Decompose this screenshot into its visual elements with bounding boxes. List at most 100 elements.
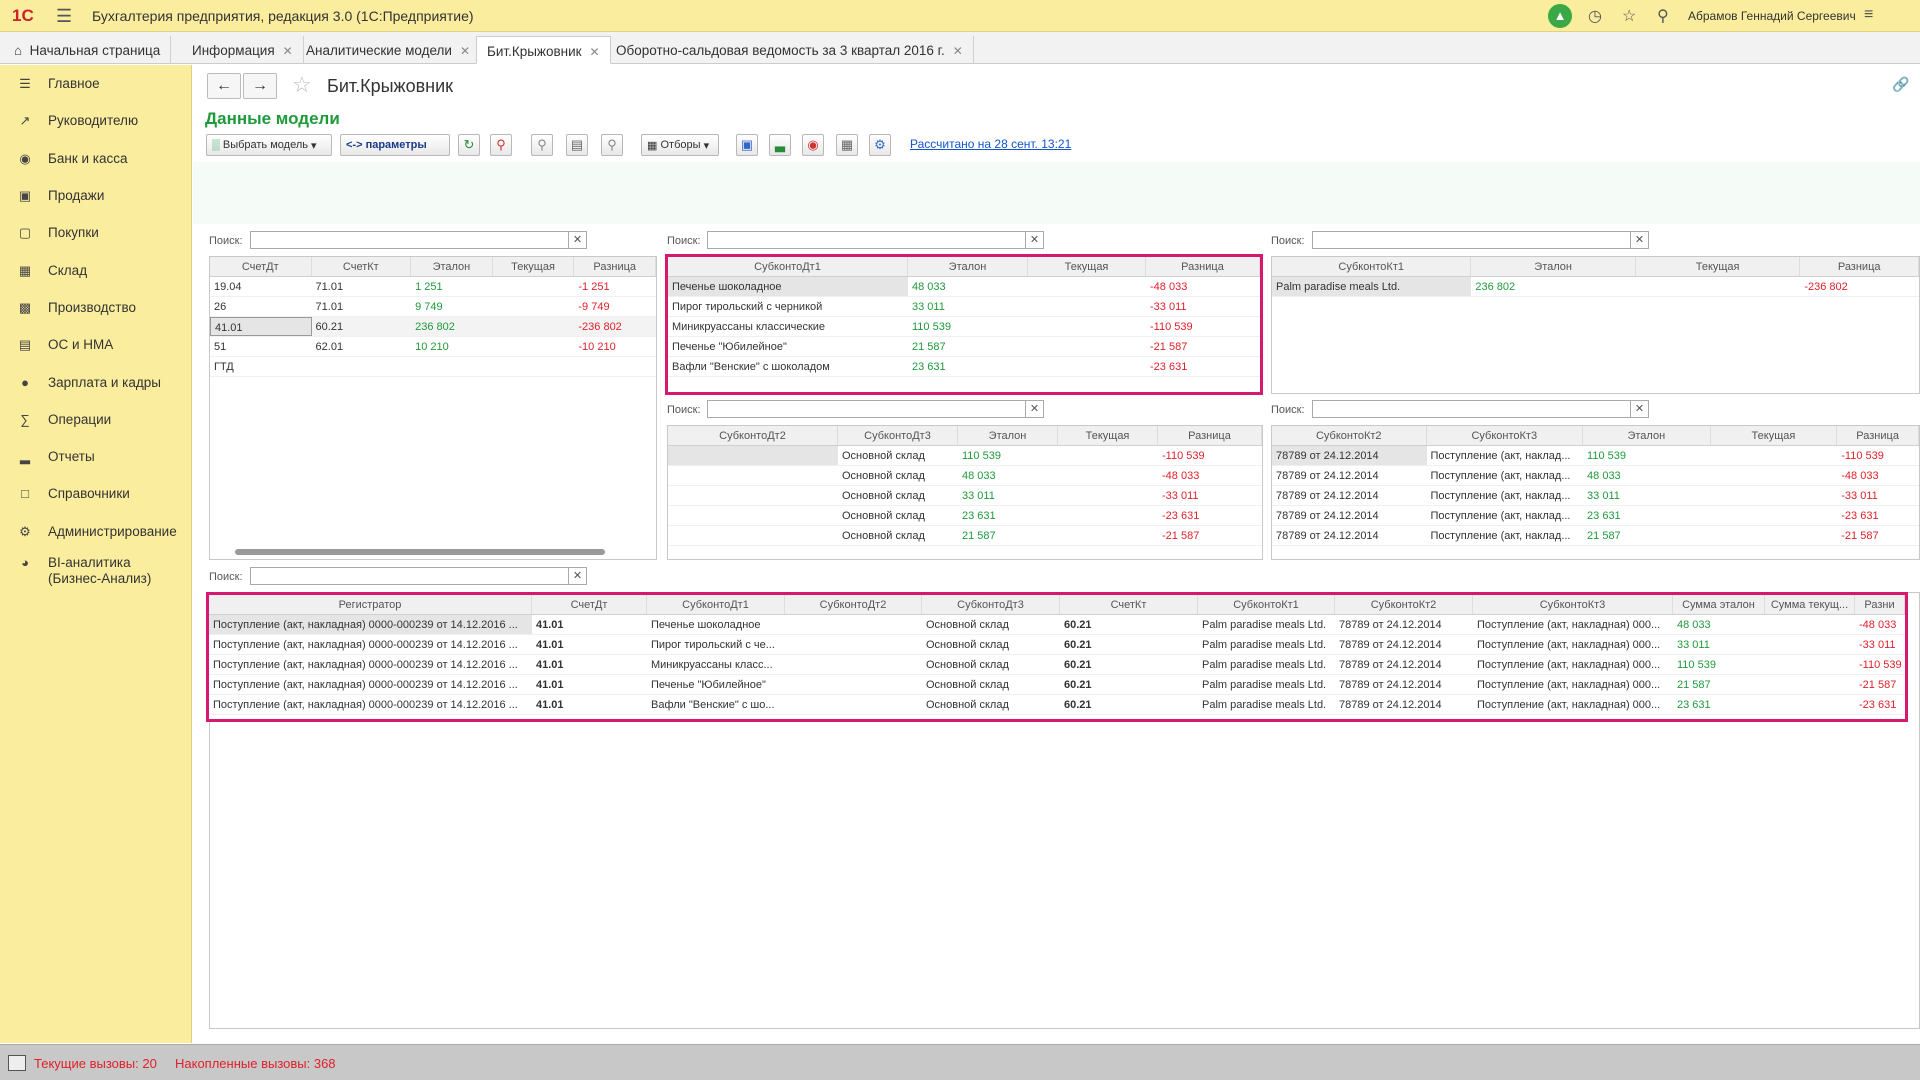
subconto-dt1-grid[interactable]: СубконтоДт1 Эталон Текущая Разница Печен… [665,254,1263,395]
sidebar-item-operations[interactable]: ∑ Операции [0,401,192,438]
clear-search-icon[interactable]: ✕ [1026,231,1044,249]
choose-model-button[interactable]: ▒ Выбрать модель ▾ [206,134,332,156]
tab-bar: ⌂ Начальная страница Информация ✕ Аналити… [0,32,1920,64]
table-row[interactable]: Поступление (акт, накладная) 0000-000239… [209,655,1905,675]
table-row[interactable]: Миникруассаны классические 110 539 -110 53… [668,317,1260,337]
table-row[interactable]: 78789 от 24.12.2014 Поступление (акт, нак… [1272,486,1919,506]
close-icon[interactable]: ✕ [460,44,470,58]
settings-menu-icon[interactable]: ≡ [1864,6,1873,24]
table-row-selected[interactable]: Palm paradise meals Ltd. 236 802 -236 802 [1272,277,1919,297]
table-row[interactable]: Основной склад 21 587 -21 587 [668,526,1262,546]
sidebar-item-production[interactable]: ▩ Производство [0,289,192,326]
table-row-selected[interactable]: Основной склад 110 539 -110 539 [668,446,1262,466]
clear-search-icon[interactable]: ✕ [569,567,587,585]
clear-search-icon[interactable]: ✕ [1026,400,1044,418]
zoom-out-icon[interactable]: ⚲ [601,134,623,156]
calculated-link[interactable]: Рассчитано на 28 сент. 13:21 [910,137,1071,151]
subconto-dt2-dt3-grid[interactable]: СубконтоДт2 СубконтоДт3 Эталон Текущая Р… [667,425,1263,560]
table-row[interactable]: ГТД [210,357,656,377]
delete-icon[interactable]: ◉ [802,134,824,156]
sidebar-item-manager[interactable]: ↗ Руководителю [0,102,192,139]
params-button[interactable]: <-> параметры [340,134,450,156]
sidebar-item-reports[interactable]: ▂ Отчеты [0,438,192,475]
table-row-selected[interactable]: 78789 от 24.12.2014 Поступление (акт, нак… [1272,446,1919,466]
search-input[interactable] [250,231,569,249]
tab-info[interactable]: Информация ✕ [182,36,304,64]
horizontal-scrollbar[interactable] [210,547,656,557]
filters-button[interactable]: ▦ Отборы ▾ [641,134,719,156]
table-row[interactable]: 51 62.01 10 210 -10 210 [210,337,656,357]
sidebar-item-bank[interactable]: ◉ Банк и касса [0,140,192,177]
close-icon[interactable]: ✕ [953,44,963,58]
clear-search-icon[interactable]: ✕ [1631,231,1649,249]
trend-icon: ↗ [19,112,31,128]
user-name[interactable]: Абрамов Геннадий Сергеевич [1688,9,1856,23]
person-icon: ● [21,375,29,390]
export-icon[interactable]: ▣ [736,134,758,156]
scroll-thumb[interactable] [235,549,605,555]
table-row-selected[interactable]: Поступление (акт, накладная) 0000-000239… [209,615,1905,635]
window-icon[interactable] [8,1055,26,1071]
tab-home[interactable]: ⌂ Начальная страница [4,36,172,64]
table-row[interactable]: Основной склад 23 631 -23 631 [668,506,1262,526]
table-row[interactable]: Пирог тирольский с черникой 33 011 -33 011 [668,297,1260,317]
refresh-icon[interactable]: ↻ [458,134,480,156]
table-row-selected[interactable]: 41.01 60.21 236 802 -236 802 [210,317,656,337]
sidebar-item-admin[interactable]: ⚙ Администрирование [0,513,192,550]
sidebar-item-bi[interactable]: ◕ BI-аналитика (Бизнес-Анализ) [0,555,192,599]
close-icon[interactable]: ✕ [283,44,293,58]
table-row[interactable]: Поступление (акт, накладная) 0000-000239… [209,675,1905,695]
register-entries-grid[interactable]: Регистратор СчетДт СубконтоДт1 СубконтоД… [206,592,1908,722]
tab-analytic-models[interactable]: Аналитические модели ✕ [296,36,482,64]
sidebar-item-assets[interactable]: ▤ ОС и НМА [0,326,192,363]
accounts-grid[interactable]: СчетДт СчетКт Эталон Текущая Разница 19.… [209,256,657,560]
section-title: Данные модели [205,109,340,128]
menu-icon[interactable]: ☰ [56,6,72,27]
table-row[interactable]: Основной склад 48 033 -48 033 [668,466,1262,486]
zoom-icon[interactable]: ⚲ [531,134,553,156]
find-icon[interactable]: ⚲ [490,134,512,156]
back-button[interactable]: ← [207,73,241,99]
sidebar-item-purchases[interactable]: ▢ Покупки [0,214,192,251]
search-input[interactable] [1312,231,1631,249]
tab-bit-kryzhovnik[interactable]: Бит.Крыжовник ✕ [476,36,611,64]
favorites-icon[interactable]: ☆ [1622,6,1636,26]
sidebar-item-warehouse[interactable]: ▦ Склад [0,252,192,289]
table-row[interactable]: 78789 от 24.12.2014 Поступление (акт, нак… [1272,526,1919,546]
history-icon[interactable]: ◷ [1588,6,1602,26]
favorite-star-icon[interactable]: ☆ [292,72,312,98]
search-input[interactable] [250,567,569,585]
table-row[interactable]: 19.04 71.01 1 251 -1 251 [210,277,656,297]
search-input[interactable] [707,231,1026,249]
table-icon[interactable]: ▦ [836,134,858,156]
settings-icon[interactable]: ⚙ [869,134,891,156]
sidebar-item-salary[interactable]: ● Зарплата и кадры [0,364,192,401]
clear-search-icon[interactable]: ✕ [569,231,587,249]
table-row[interactable]: Печенье "Юбилейное" 21 587 -21 587 [668,337,1260,357]
search-input[interactable] [1312,400,1631,418]
chart-icon[interactable]: ▃ [769,134,791,156]
search-icon[interactable]: ⚲ [1657,6,1669,26]
subconto-kt2-kt3-grid[interactable]: СубконтоКт2 СубконтоКт3 Эталон Текущая Р… [1271,425,1920,560]
forward-button[interactable]: → [243,73,277,99]
sidebar-item-sales[interactable]: ▣ Продажи [0,177,192,214]
sidebar-item-directories[interactable]: □ Справочники [0,475,192,512]
table-row[interactable]: Вафли "Венские" с шоколадом 23 631 -23 631 [668,357,1260,377]
table-row[interactable]: Поступление (акт, накладная) 0000-000239… [209,635,1905,655]
subconto-kt1-grid[interactable]: СубконтоКт1 Эталон Текущая Разница Palm … [1271,256,1920,394]
table-row-selected[interactable]: Печенье шоколадное 48 033 -48 033 [668,277,1260,297]
table-row[interactable]: 26 71.01 9 749 -9 749 [210,297,656,317]
table-row[interactable]: Основной склад 33 011 -33 011 [668,486,1262,506]
table-row[interactable]: 78789 от 24.12.2014 Поступление (акт, нак… [1272,506,1919,526]
search-input[interactable] [707,400,1026,418]
doc-icon[interactable]: ▤ [566,134,588,156]
table-row[interactable]: Поступление (акт, накладная) 0000-000239… [209,695,1905,715]
link-icon[interactable]: 🔗 [1892,76,1909,93]
clear-search-icon[interactable]: ✕ [1631,400,1649,418]
table-row[interactable]: 78789 от 24.12.2014 Поступление (акт, нак… [1272,466,1919,486]
close-icon[interactable]: ✕ [590,45,600,59]
sidebar-item-main[interactable]: ☰ Главное [0,65,192,102]
tab-osv[interactable]: Оборотно-сальдовая ведомость за 3 кварта… [606,36,974,64]
cart-icon: ▢ [18,224,32,240]
notifications-icon[interactable]: ▲ [1548,4,1572,28]
